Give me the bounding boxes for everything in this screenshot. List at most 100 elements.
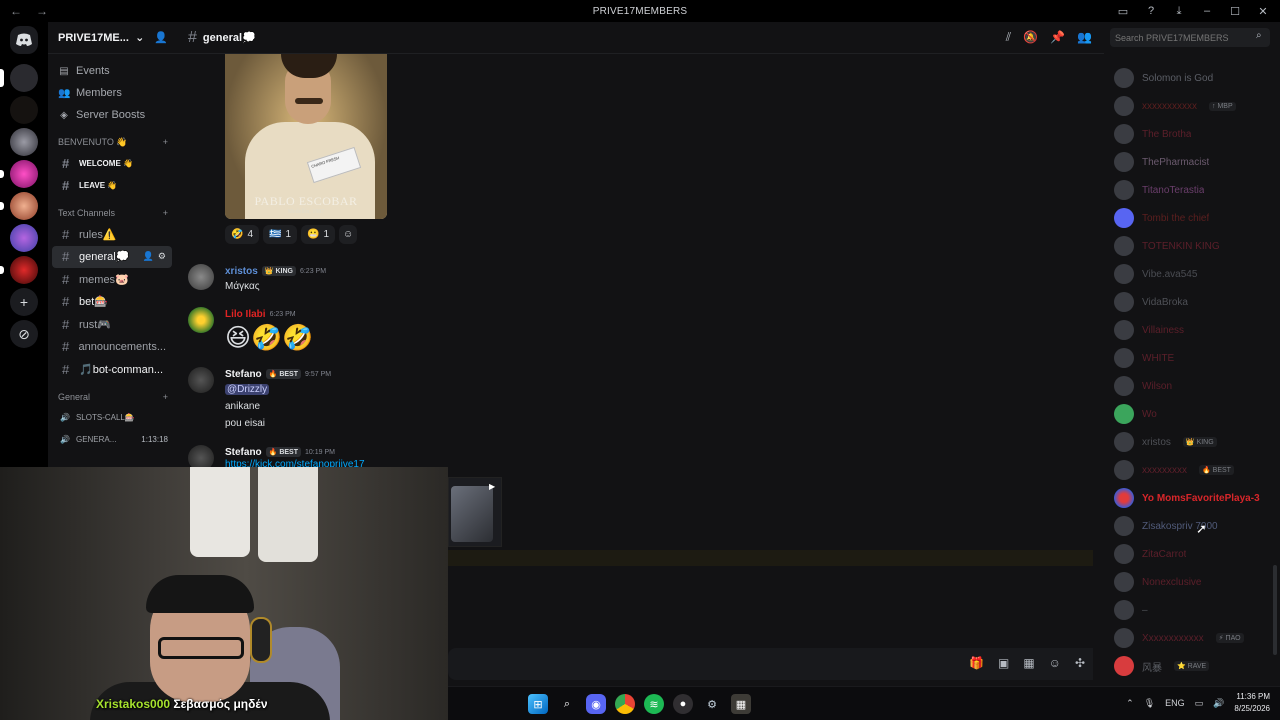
add-reaction-icon[interactable]: ☺	[339, 225, 358, 244]
category-general[interactable]: General +	[48, 387, 176, 407]
member-list-scrollbar[interactable]	[1273, 565, 1277, 655]
server-icon[interactable]	[10, 96, 38, 124]
forward-arrow-icon[interactable]: →	[36, 4, 48, 18]
avatar[interactable]	[188, 264, 214, 290]
channel-bet[interactable]: # bet🎰	[52, 291, 172, 314]
avatar[interactable]	[188, 367, 214, 393]
server-icon[interactable]	[0, 64, 38, 92]
gif-icon[interactable]: ▣	[998, 656, 1009, 670]
add-member-icon[interactable]: 👤	[154, 31, 168, 44]
app-icon[interactable]: ▦	[731, 694, 751, 714]
server-icon[interactable]	[10, 224, 38, 252]
member-item[interactable]: –	[1114, 599, 1274, 621]
add-server-icon[interactable]: +	[10, 288, 38, 316]
download-icon[interactable]: ⤓	[1170, 2, 1188, 20]
reaction-chip[interactable]: 😬 1	[301, 225, 336, 244]
channel-memes[interactable]: # memes🐷	[52, 268, 172, 291]
search-input[interactable]	[1110, 28, 1270, 47]
server-icon[interactable]	[10, 128, 38, 156]
reaction-chip[interactable]: 🇬🇷 1	[263, 225, 298, 244]
member-item[interactable]: WHITE	[1114, 347, 1274, 369]
member-item[interactable]: Wilson	[1114, 375, 1274, 397]
message-link[interactable]: https://kick.com/stefanoprijve17	[225, 459, 365, 467]
member-item[interactable]: Zisakospriv 7000	[1114, 515, 1274, 537]
help-icon[interactable]: ?	[1142, 2, 1160, 20]
threads-icon[interactable]: ⫽	[1006, 30, 1011, 45]
user-mention[interactable]: @Drizzly	[225, 384, 270, 395]
member-item[interactable]: xxxxxxxxx 🔥 BEST	[1114, 459, 1274, 481]
steam-icon[interactable]: ⚙	[702, 694, 722, 714]
category-text-channels[interactable]: Text Channels +	[48, 203, 176, 223]
member-item[interactable]: 风暴 ⭐ RAVE	[1114, 655, 1274, 677]
video-embed-thumbnail[interactable]: ▶	[448, 477, 502, 547]
channel-leave[interactable]: # LEAVE 👋	[52, 175, 172, 198]
member-item[interactable]: Tombi the chief	[1114, 207, 1274, 229]
voice-channel-slots-call[interactable]: 🔊 SLOTS-CALL🎰	[48, 407, 176, 429]
member-item[interactable]: xristos 👑 KING	[1114, 431, 1274, 453]
tray-overflow-icon[interactable]: ⌃	[1126, 698, 1134, 709]
nav-events[interactable]: ▤ Events	[48, 60, 176, 82]
explore-icon[interactable]: ⊘	[10, 320, 38, 348]
minimize-icon[interactable]: –	[1198, 2, 1216, 20]
back-arrow-icon[interactable]: ←	[10, 4, 22, 18]
member-item[interactable]: VidaBroka	[1114, 291, 1274, 313]
channel-general[interactable]: # general💭 👤 ⚙	[52, 245, 172, 268]
windows-start-icon[interactable]: ⊞	[528, 694, 548, 714]
sticker-icon[interactable]: ▦	[1023, 656, 1034, 670]
member-item[interactable]: Vibe.ava545	[1114, 263, 1274, 285]
nav-server-boosts[interactable]: ◈ Server Boosts	[48, 104, 176, 126]
play-icon[interactable]: ▶	[489, 482, 495, 491]
chrome-icon[interactable]	[615, 694, 635, 714]
invite-icon[interactable]: 👤	[143, 251, 154, 262]
avatar[interactable]	[188, 307, 214, 333]
reaction-chip[interactable]: 🤣 4	[225, 225, 260, 244]
home-button[interactable]	[10, 26, 38, 54]
meme-image[interactable]: CHARO FRESH PABLO ESCOBAR Medellín, 1987	[225, 54, 387, 219]
server-icon[interactable]	[0, 256, 38, 284]
volume-icon[interactable]: 🔊	[1213, 698, 1224, 709]
member-list-icon[interactable]: 👥	[1077, 30, 1092, 45]
member-item[interactable]: ZitaCarrot	[1114, 543, 1274, 565]
member-item[interactable]: Solomon is God	[1114, 67, 1274, 89]
inbox-icon[interactable]: ▭	[1114, 2, 1132, 20]
avatar[interactable]	[188, 445, 214, 467]
obs-icon[interactable]: ●	[673, 694, 693, 714]
message-author[interactable]: Stefano	[225, 369, 262, 380]
channel-bot-commands[interactable]: # 🎵bot-comman...	[52, 358, 172, 381]
member-item[interactable]: Wo	[1114, 403, 1274, 425]
clock[interactable]: 11:36 PM 8/25/2026	[1234, 691, 1270, 715]
nav-members[interactable]: 👥 Members	[48, 82, 176, 104]
discord-taskbar-icon[interactable]: ◉	[586, 694, 606, 714]
member-item[interactable]: Xxxxxxxxxxxx ⚡ ПАО	[1114, 627, 1274, 649]
apps-icon[interactable]: ✣	[1075, 656, 1085, 670]
member-item[interactable]: xxxxxxxxxxx ↑ MBP	[1114, 95, 1274, 117]
display-icon[interactable]: ▭	[1195, 698, 1204, 709]
member-item[interactable]: Villainess	[1114, 319, 1274, 341]
member-item[interactable]: ThePharmacist	[1114, 151, 1274, 173]
close-icon[interactable]: ✕	[1254, 2, 1272, 20]
message-author[interactable]: Stefano	[225, 447, 262, 458]
category-benvenuto[interactable]: BENVENUTO 👋 +	[48, 132, 176, 152]
message-author[interactable]: Lilo Ilabi	[225, 309, 266, 320]
add-channel-icon[interactable]: +	[163, 137, 168, 147]
member-item[interactable]: Yo MomsFavoritePlaya-3	[1114, 487, 1274, 509]
pin-icon[interactable]: 📌	[1050, 30, 1065, 45]
member-item[interactable]: TitanoTerastia	[1114, 179, 1274, 201]
channel-rust[interactable]: # rust🎮	[52, 313, 172, 336]
add-channel-icon[interactable]: +	[163, 208, 168, 218]
add-channel-icon[interactable]: +	[163, 392, 168, 402]
search-icon[interactable]: ⌕	[557, 694, 577, 714]
member-item[interactable]: The Brotha	[1114, 123, 1274, 145]
maximize-icon[interactable]: ☐	[1226, 2, 1244, 20]
language-indicator[interactable]: ENG	[1165, 698, 1185, 708]
member-item[interactable]: TOTENKIN KING	[1114, 235, 1274, 257]
server-header[interactable]: PRIVE17ME... ⌄ 👤	[48, 22, 176, 54]
channel-rules[interactable]: # rules⚠️	[52, 223, 172, 246]
message-composer[interactable]: 🎁 ▣ ▦ ☺ ✣	[448, 648, 1093, 680]
server-icon[interactable]	[0, 192, 38, 220]
spotify-icon[interactable]: ≋	[644, 694, 664, 714]
gift-icon[interactable]: 🎁	[969, 656, 984, 670]
mute-bell-icon[interactable]: 🔕	[1023, 30, 1038, 45]
server-icon[interactable]	[0, 160, 38, 188]
channel-announcements[interactable]: # announcements...	[52, 336, 172, 359]
